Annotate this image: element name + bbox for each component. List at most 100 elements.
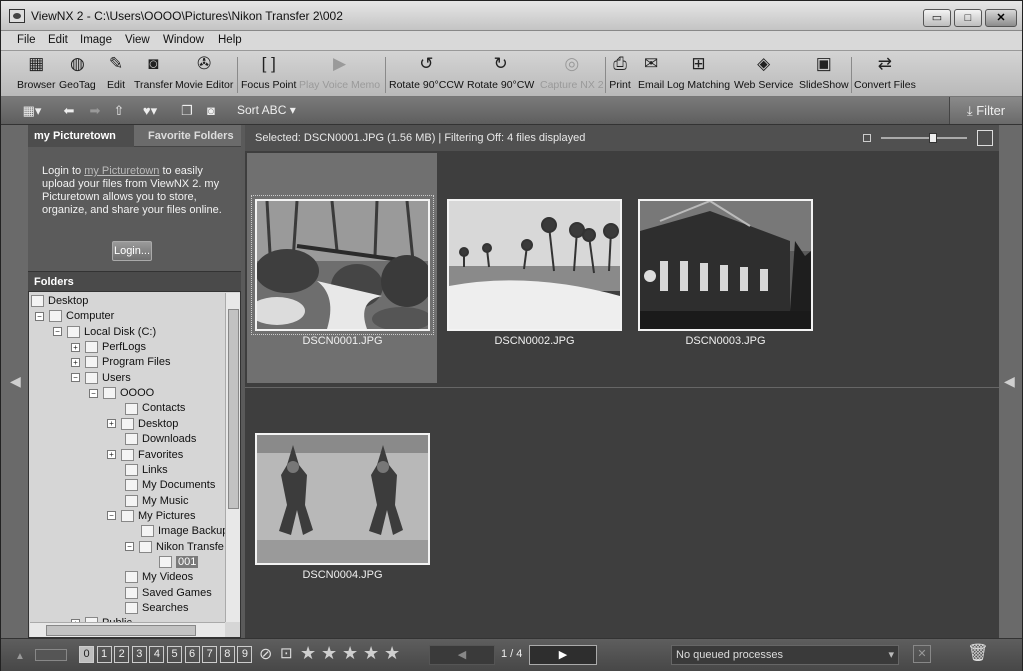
new-window-icon[interactable]: ❐ <box>177 102 197 120</box>
star-icon[interactable]: ★ <box>300 643 316 664</box>
toolbar-web-service-button[interactable]: ◈ Web Service <box>734 53 793 91</box>
label-button-0[interactable]: 0 <box>79 646 94 663</box>
toolbar-capture-nx-2-button[interactable]: ◎ Capture NX 2 <box>540 53 604 91</box>
toolbar-play-voice-memo-button[interactable]: ▶ Play Voice Memo <box>299 53 380 91</box>
label-button-7[interactable]: 7 <box>202 646 218 663</box>
folder-tree-item[interactable]: + Favorites <box>107 448 183 463</box>
menu-image[interactable]: Image <box>80 34 112 46</box>
trash-icon[interactable]: 🗑 <box>967 643 989 663</box>
folder-tree-item[interactable]: − My Pictures <box>107 509 195 524</box>
toolbar-log-matching-button[interactable]: ⊞ Log Matching <box>667 53 730 91</box>
label-button-8[interactable]: 8 <box>219 646 235 663</box>
tree-hscroll-thumb[interactable] <box>46 625 196 636</box>
star-icon[interactable]: ★ <box>321 643 337 664</box>
label-button-1[interactable]: 1 <box>96 646 112 663</box>
right-collapse-strip[interactable]: ◀ <box>999 125 1022 638</box>
tab-my-picturetown[interactable]: my Picturetown <box>28 125 134 147</box>
menu-file[interactable]: File <box>17 34 36 46</box>
tree-scroll-thumb[interactable] <box>228 309 239 509</box>
expand-icon[interactable]: + <box>107 450 116 460</box>
up-folder-icon[interactable]: ⇧ <box>109 102 129 120</box>
next-page-button[interactable]: ▶ <box>529 645 597 665</box>
toolbar-rotate-90-cw-button[interactable]: ↻ Rotate 90°CW <box>467 53 534 91</box>
collapse-icon[interactable]: − <box>53 327 62 337</box>
folder-tree-item[interactable]: Searches <box>125 601 188 616</box>
menu-edit[interactable]: Edit <box>48 34 68 46</box>
thumbnail-size-slider[interactable] <box>863 130 995 146</box>
maximize-button[interactable]: □ <box>954 9 982 27</box>
small-thumbnail-icon[interactable] <box>863 134 871 142</box>
menu-window[interactable]: Window <box>163 34 204 46</box>
expand-icon[interactable]: + <box>107 419 116 429</box>
zoom-knob[interactable] <box>928 133 937 143</box>
back-arrow-icon[interactable]: ⬅ <box>59 102 79 120</box>
folder-tree-item[interactable]: Downloads <box>125 432 196 447</box>
thumbnail-image[interactable] <box>251 195 434 335</box>
folder-tree-item[interactable]: − Nikon Transfe <box>125 540 224 555</box>
toolbar-slideshow-button[interactable]: ▣ SlideShow <box>799 53 849 91</box>
folder-tree-item[interactable]: − Users <box>71 371 131 386</box>
close-button[interactable]: ✕ <box>985 9 1017 27</box>
toolbar-transfer-button[interactable]: ◙ Transfer <box>134 53 173 91</box>
folder-tree-item[interactable]: Saved Games <box>125 586 212 601</box>
favorite-folder-icon[interactable]: ♥▾ <box>135 102 165 120</box>
folder-tree-item[interactable]: Links <box>125 463 168 478</box>
toolbar-focus-point-button[interactable]: [ ] Focus Point <box>241 53 296 91</box>
zoom-track[interactable] <box>881 137 967 139</box>
star-icon[interactable]: ★ <box>342 643 358 664</box>
folder-tree-item[interactable]: − OOOO <box>89 386 154 401</box>
label-button-6[interactable]: 6 <box>184 646 200 663</box>
no-rating-icon[interactable]: ⊘ <box>259 644 272 664</box>
collapse-icon[interactable]: − <box>35 311 44 321</box>
toolbar-rotate-90-ccw-button[interactable]: ↺ Rotate 90°CCW <box>389 53 464 91</box>
panel-toggle-icon[interactable]: ▲ <box>15 651 25 662</box>
toolbar-convert-files-button[interactable]: ⇄ Convert Files <box>854 53 916 91</box>
minimize-button[interactable]: ▭ <box>923 9 951 27</box>
sort-dropdown[interactable]: Sort ABC ▾ <box>237 103 296 117</box>
thumbnail-image[interactable] <box>447 199 622 331</box>
collapse-icon[interactable]: − <box>71 373 80 383</box>
collapse-icon[interactable]: − <box>125 542 134 552</box>
menu-view[interactable]: View <box>125 34 150 46</box>
label-button-4[interactable]: 4 <box>149 646 165 663</box>
thumbnail-image[interactable] <box>255 433 430 565</box>
toolbar-browser-button[interactable]: ▦ Browser <box>17 53 56 91</box>
toolbar-movie-editor-button[interactable]: ✇ Movie Editor <box>175 53 233 91</box>
label-button-9[interactable]: 9 <box>237 646 253 663</box>
toolbar-print-button[interactable]: ⎙ Print <box>609 53 631 91</box>
tree-horizontal-scrollbar[interactable] <box>30 622 225 637</box>
folder-tree-item[interactable]: 001 <box>159 555 199 570</box>
thumbnail-image[interactable] <box>638 199 813 331</box>
collapse-icon[interactable]: − <box>89 388 98 398</box>
tree-vertical-scrollbar[interactable] <box>225 293 240 622</box>
expand-icon[interactable]: + <box>71 342 80 352</box>
label-button-2[interactable]: 2 <box>114 646 130 663</box>
folder-tree-item[interactable]: + PerfLogs <box>71 340 146 355</box>
forward-arrow-icon[interactable]: ➡ <box>85 102 105 120</box>
folder-tree-item[interactable]: Contacts <box>125 401 185 416</box>
label-button-5[interactable]: 5 <box>167 646 182 663</box>
reject-rating-icon[interactable]: ⊡ <box>280 644 293 662</box>
panel-size-toggle[interactable] <box>35 649 67 661</box>
folder-tree-item[interactable]: Image Backup <box>141 524 228 539</box>
toolbar-edit-button[interactable]: ✎ Edit <box>105 53 127 91</box>
toolbar-geotag-button[interactable]: ◍ GeoTag <box>59 53 96 91</box>
login-button[interactable]: Login... <box>112 241 152 261</box>
label-button-3[interactable]: 3 <box>131 646 147 663</box>
folder-tree-item[interactable]: My Music <box>125 494 188 509</box>
folder-tree-item[interactable]: + Desktop <box>107 417 178 432</box>
transfer-folder-icon[interactable]: ◙ <box>201 102 221 120</box>
folder-tree-item[interactable]: + Program Files <box>71 355 170 370</box>
collapse-right-arrow-icon[interactable]: ◀ <box>1004 373 1015 390</box>
folder-tree-item[interactable]: − Local Disk (C:) <box>53 325 156 340</box>
menu-help[interactable]: Help <box>218 34 242 46</box>
collapse-left-arrow-icon[interactable]: ◀ <box>10 373 21 390</box>
folder-tree-item[interactable]: My Documents <box>125 478 215 493</box>
filter-button[interactable]: ⤓ Filter <box>949 97 1022 124</box>
view-mode-grid-icon[interactable]: ▦▾ <box>17 102 47 120</box>
star-icon[interactable]: ★ <box>384 643 400 664</box>
picturetown-link[interactable]: my Picturetown <box>84 165 159 177</box>
folder-tree-item[interactable]: − Computer <box>35 309 114 324</box>
left-collapse-strip[interactable]: ◀ <box>1 125 28 638</box>
tab-favorite-folders[interactable]: Favorite Folders <box>136 125 241 147</box>
